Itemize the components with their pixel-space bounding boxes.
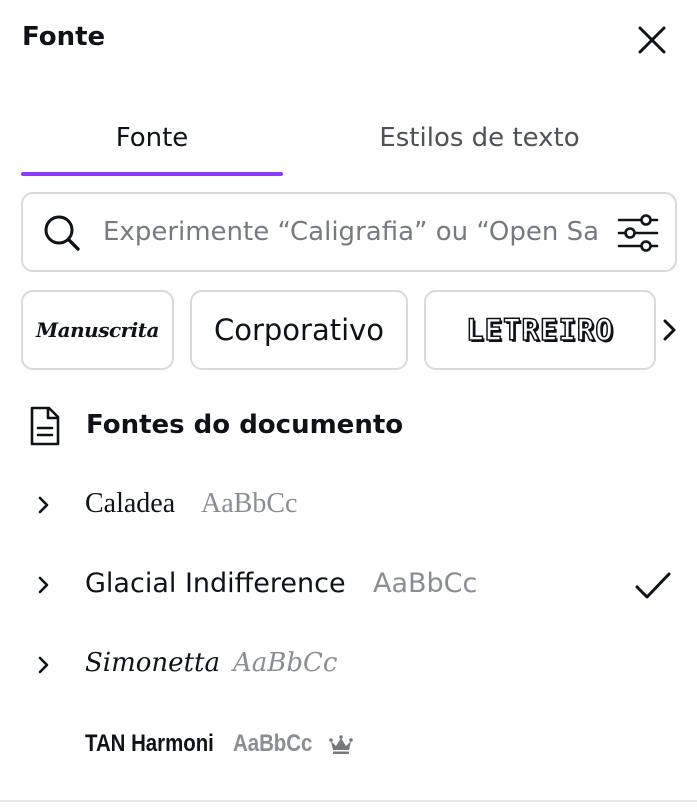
panel-title: Fonte (22, 22, 106, 52)
tab-font[interactable]: Fonte (21, 100, 283, 176)
close-icon (638, 26, 666, 54)
filter-icon[interactable] (615, 210, 661, 256)
document-fonts-title: Fontes do documento (86, 410, 404, 440)
tab-bar: Fonte Estilos de texto (21, 100, 676, 176)
search-input[interactable] (103, 208, 623, 256)
category-chip-letreiro[interactable]: LETREIRO (424, 290, 656, 370)
chevron-right-icon[interactable] (35, 654, 53, 676)
close-button[interactable] (634, 22, 670, 58)
chevron-right-icon[interactable] (35, 574, 53, 596)
document-icon (30, 406, 60, 446)
font-sample: AaBbCc (233, 648, 338, 678)
chip-label: LETREIRO (465, 312, 614, 348)
font-name: TAN Harmoni (85, 730, 214, 757)
divider (0, 800, 697, 802)
font-row-simonetta[interactable]: Simonetta AaBbCc (21, 630, 677, 700)
chevron-right-icon[interactable] (657, 312, 681, 348)
font-name: Simonetta (85, 648, 220, 678)
chip-label: Corporativo (213, 313, 385, 347)
active-tab-indicator (21, 172, 283, 176)
check-icon (635, 572, 671, 599)
font-row-glacial-indifference[interactable]: Glacial Indifference AaBbCc (21, 550, 677, 620)
crown-icon (329, 735, 353, 754)
font-category-chips: Manuscrita Corporativo LETREIRO (21, 290, 677, 370)
chip-label: Manuscrita (36, 318, 159, 342)
chevron-right-icon[interactable] (35, 494, 53, 516)
font-sample: AaBbCc (233, 730, 313, 757)
tab-text-styles[interactable]: Estilos de texto (283, 100, 676, 176)
font-row-tan-harmoni[interactable]: TAN Harmoni AaBbCc (21, 710, 677, 780)
font-name: Caladea (85, 488, 176, 519)
category-chip-manuscrita[interactable]: Manuscrita (21, 290, 174, 370)
font-row-caladea[interactable]: Caladea AaBbCc (21, 470, 677, 540)
search-box (21, 192, 677, 272)
font-sample: AaBbCc (373, 568, 478, 599)
category-chip-corporativo[interactable]: Corporativo (190, 290, 408, 370)
font-name: Glacial Indifference (85, 568, 346, 599)
search-icon (44, 215, 80, 251)
font-sample: AaBbCc (201, 488, 298, 519)
